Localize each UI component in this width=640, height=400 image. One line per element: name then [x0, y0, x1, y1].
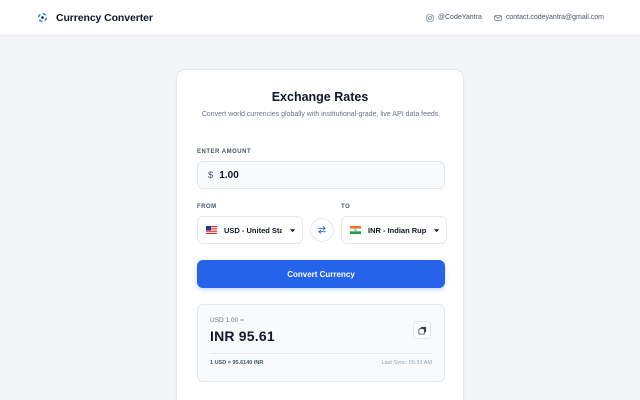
result-amount: INR 95.61	[210, 328, 275, 344]
chevron-down-icon	[433, 228, 440, 232]
converter-card: Exchange Rates Convert world currencies …	[176, 69, 464, 400]
contact-links: @CodeYantra contact.codeyantra@gmail.com	[426, 13, 604, 22]
from-currency-value: USD - United States Dollar	[224, 225, 282, 235]
instagram-link[interactable]: @CodeYantra	[426, 13, 482, 22]
india-flag-icon	[350, 226, 361, 234]
us-flag-icon	[206, 226, 217, 234]
to-currency-value: INR - Indian Rupee	[368, 225, 426, 235]
chevron-down-icon	[289, 228, 296, 232]
app-name: Currency Converter	[56, 11, 153, 24]
mail-icon	[494, 14, 502, 21]
email-address: contact.codeyantra@gmail.com	[505, 14, 604, 21]
exchange-rate: 1 USD = 95.6140 INR	[210, 360, 264, 366]
swap-button[interactable]	[310, 218, 334, 242]
to-label: TO	[341, 204, 351, 210]
copy-icon	[417, 326, 426, 335]
instagram-handle: @CodeYantra	[437, 14, 482, 21]
dollar-sign-icon: $	[208, 169, 214, 181]
copy-button[interactable]	[413, 321, 431, 339]
card-subtitle: Convert world currencies globally with i…	[201, 111, 441, 118]
from-label: FROM	[197, 204, 217, 210]
brand[interactable]: Currency Converter	[37, 12, 153, 24]
from-currency-select[interactable]: USD - United States Dollar	[197, 216, 303, 244]
amount-input[interactable]	[219, 169, 420, 181]
amount-field[interactable]: $	[197, 161, 445, 189]
card-title: Exchange Rates	[271, 90, 369, 104]
convert-button[interactable]: Convert Currency	[197, 260, 445, 288]
instagram-icon	[426, 13, 434, 22]
email-link[interactable]: contact.codeyantra@gmail.com	[494, 14, 604, 22]
to-currency-select[interactable]: INR - Indian Rupee	[341, 216, 447, 244]
result-source: USD 1.00 =	[210, 317, 244, 324]
result-panel: USD 1.00 = INR 95.61 1 USD = 95.6140 INR…	[197, 304, 445, 382]
last-sync: Last Sync: 05:32 AM	[381, 360, 432, 366]
top-bar: Currency Converter @CodeYantra contact.c…	[0, 0, 640, 36]
logo-icon	[37, 12, 48, 23]
swap-arrows-icon	[318, 226, 326, 234]
result-divider	[210, 353, 432, 354]
amount-label: ENTER AMOUNT	[197, 149, 252, 155]
